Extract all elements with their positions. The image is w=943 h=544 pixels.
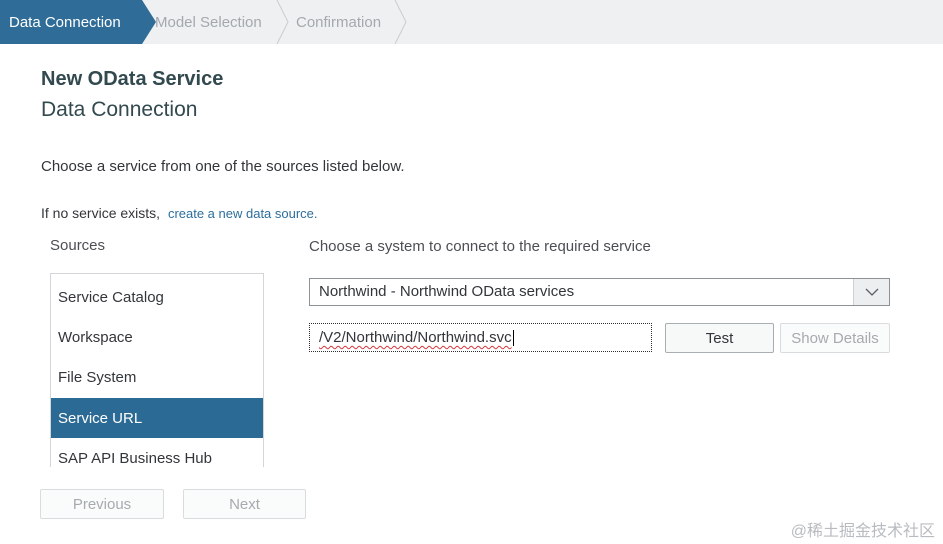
chevron-right-icon xyxy=(394,0,408,44)
next-button[interactable]: Next xyxy=(183,489,306,519)
show-details-button[interactable]: Show Details xyxy=(780,323,890,353)
source-item-service-url[interactable]: Service URL xyxy=(51,398,263,438)
watermark-text: @稀土掘金技术社区 xyxy=(790,523,935,540)
system-select-value: Northwind - Northwind OData services xyxy=(319,283,575,300)
no-service-hint: If no service exists, create a new data … xyxy=(41,205,318,221)
chevron-right-icon xyxy=(276,0,290,44)
wizard-progress-bar: Data Connection Model Selection Confirma… xyxy=(0,0,943,44)
wizard-step-label: Model Selection xyxy=(155,13,262,31)
dropdown-toggle-button[interactable] xyxy=(853,279,889,305)
service-url-value: /V2/Northwind/Northwind.svc xyxy=(319,329,512,346)
wizard-step-label: Confirmation xyxy=(296,13,382,31)
previous-button[interactable]: Previous xyxy=(40,489,164,519)
wizard-step-confirmation[interactable]: Confirmation xyxy=(296,0,381,44)
source-item-label: Service Catalog xyxy=(58,288,164,306)
source-item-label: File System xyxy=(58,368,137,386)
source-item-label: Service URL xyxy=(58,409,143,427)
create-data-source-link[interactable]: create a new data source. xyxy=(168,206,318,221)
page-title: New OData Service xyxy=(41,68,224,90)
text-caret xyxy=(512,329,514,346)
service-url-input[interactable]: /V2/Northwind/Northwind.svc xyxy=(309,323,652,352)
test-button[interactable]: Test xyxy=(665,323,774,353)
system-label: Choose a system to connect to the requir… xyxy=(309,238,651,255)
chevron-down-icon xyxy=(865,288,878,296)
page-subtitle: Data Connection xyxy=(41,98,198,121)
sources-list[interactable]: Service Catalog Workspace File System Se… xyxy=(50,273,264,467)
source-item-workspace[interactable]: Workspace xyxy=(51,317,263,357)
sources-label: Sources xyxy=(50,237,106,254)
wizard-step-data-connection[interactable]: Data Connection xyxy=(0,0,156,44)
instruction-text: Choose a service from one of the sources… xyxy=(41,158,405,175)
source-item-service-catalog[interactable]: Service Catalog xyxy=(51,277,263,317)
source-item-label: Workspace xyxy=(58,328,133,346)
source-item-label: SAP API Business Hub xyxy=(58,449,212,467)
wizard-step-label: Data Connection xyxy=(9,13,121,31)
system-select[interactable]: Northwind - Northwind OData services xyxy=(309,278,890,306)
no-service-text: If no service exists, xyxy=(41,205,161,221)
source-item-sap-api-business-hub[interactable]: SAP API Business Hub xyxy=(51,438,263,467)
wizard-step-model-selection[interactable]: Model Selection xyxy=(155,0,262,44)
source-item-file-system[interactable]: File System xyxy=(51,357,263,397)
